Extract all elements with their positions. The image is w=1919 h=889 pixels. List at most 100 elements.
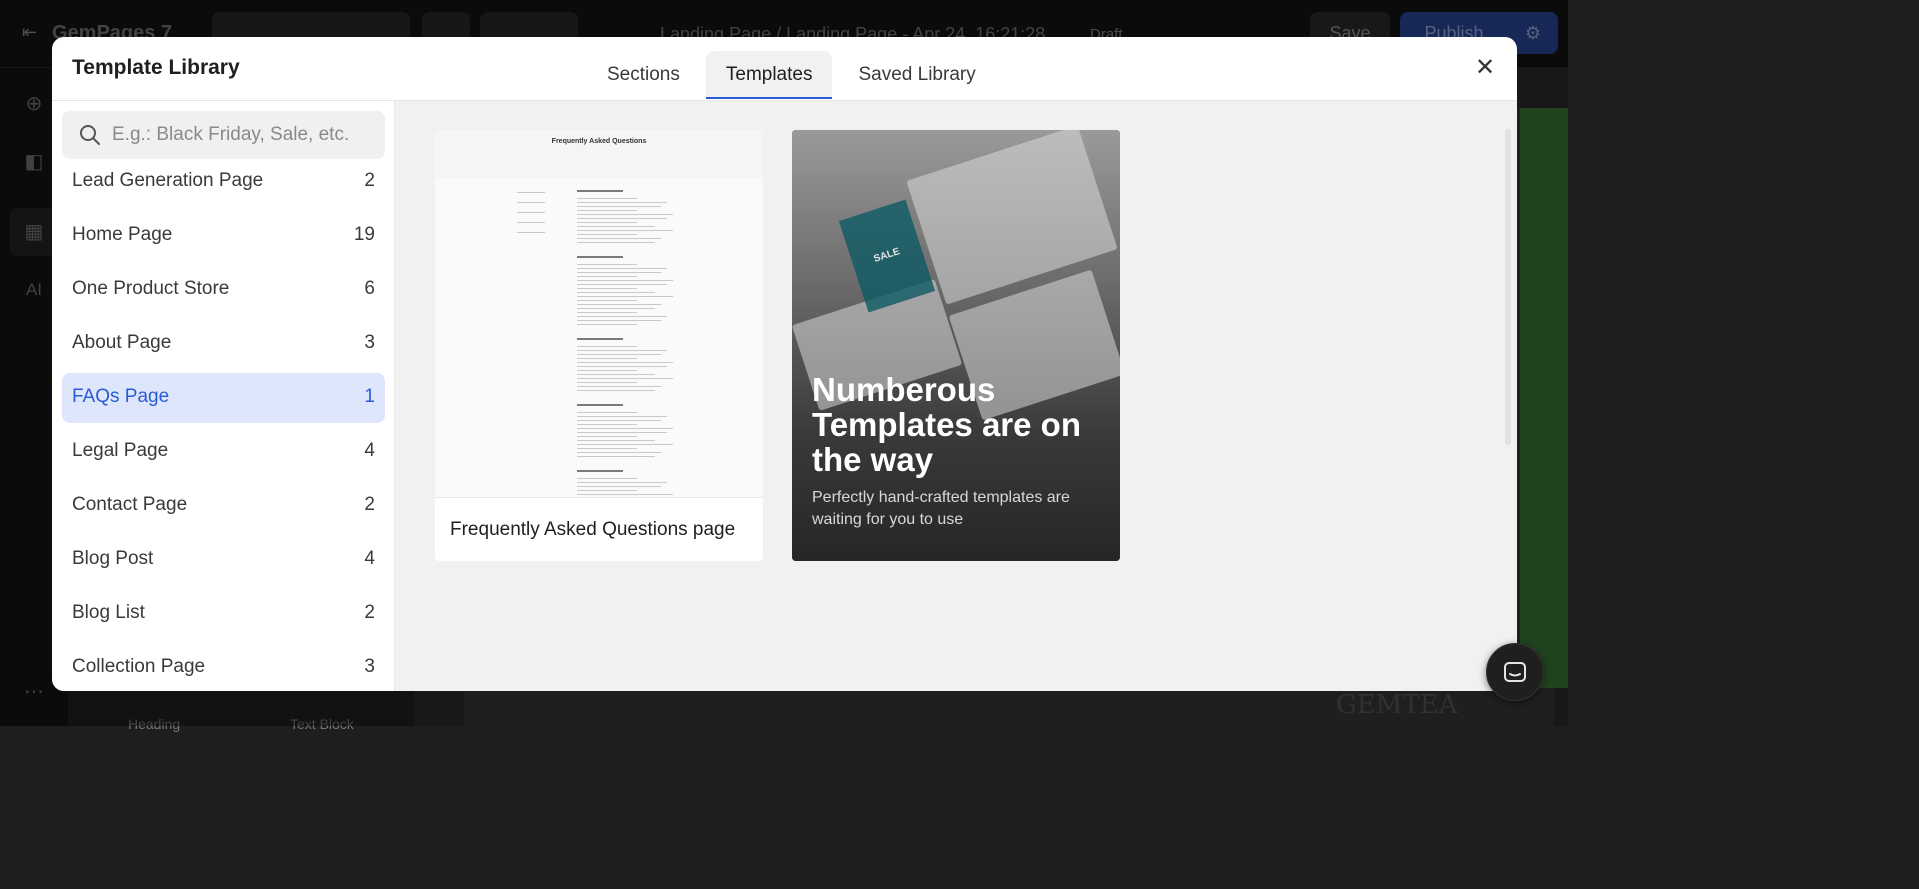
- thumbnail-text-line: [577, 382, 637, 383]
- thumbnail-text-line: [577, 412, 637, 413]
- thumbnail-text-line: [577, 424, 637, 425]
- category-label: About Page: [72, 332, 172, 353]
- thumbnail-text-line: [577, 494, 673, 495]
- thumbnail-text-line: [577, 316, 667, 317]
- thumbnail-text-line: [577, 206, 661, 207]
- thumbnail-text-line: [577, 218, 667, 219]
- category-count: 6: [364, 278, 375, 299]
- tab-templates[interactable]: Templates: [705, 51, 833, 99]
- category-label: Home Page: [72, 224, 173, 245]
- template-thumbnail: Frequently Asked Questions: [435, 130, 763, 498]
- thumbnail-text-line: [577, 370, 637, 371]
- thumbnail-text-line: [577, 374, 655, 375]
- category-count: 4: [364, 440, 375, 461]
- template-library-modal: Template Library Sections Templates Save…: [52, 37, 1517, 691]
- content-scrollbar[interactable]: [1505, 129, 1511, 445]
- thumbnail-toc-line: [517, 212, 545, 213]
- category-item-home-page[interactable]: Home Page 19: [62, 211, 385, 261]
- promo-subtitle: Perfectly hand-crafted templates are wai…: [812, 489, 1070, 528]
- thumbnail-text-line: [577, 242, 655, 243]
- category-count: 2: [364, 170, 375, 191]
- thumbnail-text-line: [577, 378, 673, 379]
- thumbnail-text-line: [577, 308, 655, 309]
- thumbnail-text-line: [577, 214, 673, 215]
- thumbnail-section-heading: [577, 404, 623, 406]
- chat-icon[interactable]: [1486, 643, 1544, 701]
- thumbnail-text-line: [577, 482, 667, 483]
- thumbnail-toc-line: [517, 222, 545, 223]
- category-label: Legal Page: [72, 440, 169, 461]
- thumbnail-text-line: [577, 230, 673, 231]
- category-item-legal-page[interactable]: Legal Page 4: [62, 427, 385, 477]
- thumbnail-title: Frequently Asked Questions: [551, 138, 647, 145]
- category-item-faqs-page[interactable]: FAQs Page 1: [62, 373, 385, 423]
- category-count: 3: [364, 656, 375, 677]
- thumbnail-text-line: [577, 272, 661, 273]
- category-label: Blog Post: [72, 548, 154, 569]
- thumbnail-text-line: [577, 478, 637, 479]
- thumbnail-text-line: [577, 234, 637, 235]
- category-sidebar: Lead Generation Page 2 Home Page 19 One …: [52, 101, 395, 691]
- thumbnail-text-line: [577, 354, 661, 355]
- thumbnail-text-line: [577, 238, 661, 239]
- thumbnail-text-line: [577, 268, 667, 269]
- category-label: One Product Store: [72, 278, 230, 299]
- thumbnail-section-heading: [577, 256, 623, 258]
- thumbnail-text-line: [577, 202, 667, 203]
- thumbnail-section-heading: [577, 338, 623, 340]
- thumbnail-text-line: [577, 222, 637, 223]
- thumbnail-text-line: [577, 312, 637, 313]
- tab-saved-library[interactable]: Saved Library: [838, 51, 995, 99]
- thumbnail-text-line: [577, 304, 661, 305]
- search-box: [62, 111, 385, 159]
- search-icon: [80, 125, 100, 145]
- thumbnail-text-line: [577, 366, 667, 367]
- modal-title: Template Library: [72, 56, 240, 79]
- category-label: Collection Page: [72, 656, 206, 677]
- thumbnail-text-line: [577, 284, 667, 285]
- thumbnail-text-line: [577, 210, 637, 211]
- thumbnail-toc-line: [517, 232, 545, 233]
- thumbnail-text-line: [577, 296, 673, 297]
- thumbnail-text-line: [577, 358, 637, 359]
- thumbnail-text-line: [577, 436, 637, 437]
- thumbnail-text-line: [577, 264, 637, 265]
- thumbnail-text-line: [577, 288, 637, 289]
- thumbnail-text-line: [577, 320, 661, 321]
- thumbnail-text-line: [577, 390, 655, 391]
- close-icon[interactable]: ✕: [1470, 53, 1500, 83]
- category-count: 2: [364, 602, 375, 623]
- category-label: Blog List: [72, 602, 145, 623]
- thumbnail-text-line: [577, 226, 655, 227]
- category-count: 19: [353, 224, 375, 245]
- thumbnail-text-line: [577, 280, 673, 281]
- search-input[interactable]: [112, 111, 377, 159]
- templates-grid: Frequently Asked Questions Frequently As…: [395, 101, 1517, 691]
- thumbnail-section-heading: [577, 190, 623, 192]
- modal-header: Template Library Sections Templates Save…: [52, 37, 1517, 101]
- category-item-blog-post[interactable]: Blog Post 4: [62, 535, 385, 585]
- thumbnail-text-line: [577, 448, 637, 449]
- template-card-faq[interactable]: Frequently Asked Questions Frequently As…: [435, 130, 763, 561]
- thumbnail-text-line: [577, 456, 655, 457]
- category-item-about-page[interactable]: About Page 3: [62, 319, 385, 369]
- category-item-lead-generation-page[interactable]: Lead Generation Page 2: [62, 157, 385, 207]
- thumbnail-text-line: [577, 324, 637, 325]
- category-item-contact-page[interactable]: Contact Page 2: [62, 481, 385, 531]
- promo-title: Numberous Templates are on the way: [812, 371, 1081, 478]
- thumbnail-toc-line: [517, 192, 545, 193]
- thumbnail-section-heading: [577, 470, 623, 472]
- category-item-blog-list[interactable]: Blog List 2: [62, 589, 385, 639]
- thumbnail-toc-line: [517, 202, 545, 203]
- category-item-one-product-store[interactable]: One Product Store 6: [62, 265, 385, 315]
- thumbnail-text-line: [577, 428, 673, 429]
- thumbnail-text-line: [577, 416, 667, 417]
- thumbnail-text-line: [577, 486, 661, 487]
- thumbnail-text-line: [577, 300, 637, 301]
- thumbnail-text-line: [577, 350, 667, 351]
- category-count: 4: [364, 548, 375, 569]
- tab-sections[interactable]: Sections: [587, 51, 700, 99]
- thumbnail-text-line: [577, 198, 637, 199]
- category-label: FAQs Page: [72, 386, 170, 407]
- category-item-collection-page[interactable]: Collection Page 3: [62, 643, 385, 691]
